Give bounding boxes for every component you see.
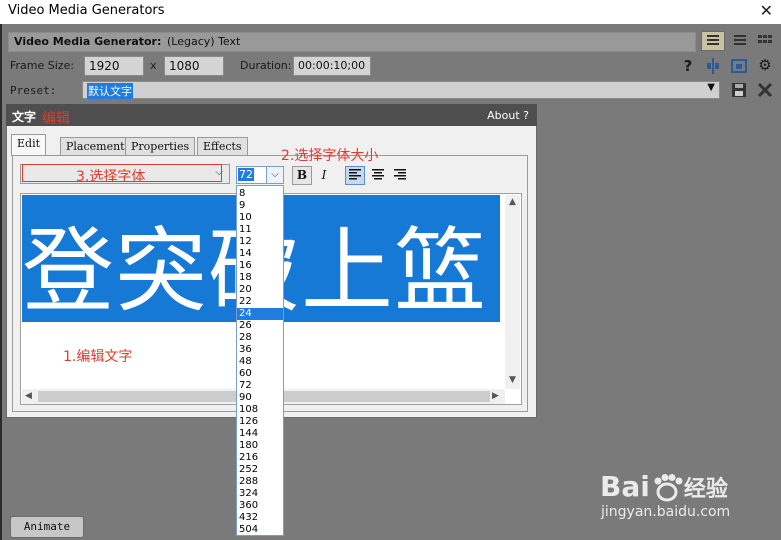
font-size-option[interactable]: 36 xyxy=(237,344,283,356)
font-size-option[interactable]: 360 xyxy=(237,500,283,512)
paw-icon xyxy=(650,474,684,502)
split-icon[interactable] xyxy=(704,57,722,75)
frame-height-field[interactable]: 1080 xyxy=(164,56,224,76)
preset-label: Preset: xyxy=(10,84,57,97)
bold-button[interactable]: B xyxy=(292,166,312,185)
generator-header: Video Media Generator: (Legacy) Text xyxy=(8,32,696,52)
font-size-option[interactable]: 10 xyxy=(237,212,283,224)
window-title: Video Media Generators xyxy=(8,3,165,18)
annotation-step1: 1.编辑文字 xyxy=(63,349,133,365)
font-size-option[interactable]: 180 xyxy=(237,440,283,452)
font-size-option[interactable]: 216 xyxy=(237,452,283,464)
font-size-option[interactable]: 48 xyxy=(237,356,283,368)
font-size-option[interactable]: 288 xyxy=(237,476,283,488)
scroll-left-icon[interactable]: ◀ xyxy=(25,391,32,401)
vertical-scrollbar[interactable]: ▲ ▼ xyxy=(505,195,520,389)
save-icon[interactable] xyxy=(730,81,748,99)
details-view-icon[interactable] xyxy=(731,32,749,50)
duration-field[interactable]: 00:00:10;00 xyxy=(293,56,371,76)
scroll-up-icon[interactable]: ▲ xyxy=(509,197,516,207)
font-size-option[interactable]: 16 xyxy=(237,260,283,272)
watermark-url: jingyan.baidu.com xyxy=(601,504,731,520)
generator-label: Video Media Generator: xyxy=(14,35,162,48)
window-titlebar: Video Media Generators ✕ xyxy=(0,0,781,24)
font-size-option[interactable]: 8 xyxy=(237,188,283,200)
annotation-step3: 3.选择字体 xyxy=(76,169,146,185)
align-left-icon[interactable] xyxy=(345,166,365,185)
font-size-value: 72 xyxy=(238,168,254,181)
chevron-down-icon[interactable]: ⌵ xyxy=(266,167,283,183)
font-size-option[interactable]: 324 xyxy=(237,488,283,500)
font-size-list[interactable]: 8 9 10 11 12 14 16 18 20 22 24 26 28 36 48 60 72 90 108 126… xyxy=(236,185,284,536)
help-icon[interactable]: ? xyxy=(679,57,697,75)
font-size-option[interactable]: 108 xyxy=(237,404,283,416)
font-size-option[interactable]: 28 xyxy=(237,332,283,344)
font-size-option[interactable]: 72 xyxy=(237,380,283,392)
font-size-option[interactable]: 11 xyxy=(237,224,283,236)
chevron-down-icon: ▼ xyxy=(707,82,715,93)
left-edge xyxy=(0,0,2,540)
list-view-icon[interactable] xyxy=(701,31,725,51)
generator-name: (Legacy) Text xyxy=(167,35,241,48)
preset-dropdown[interactable]: 默认文字 ▼ xyxy=(82,81,720,99)
font-size-option[interactable]: 144 xyxy=(237,428,283,440)
font-size-option[interactable]: 9 xyxy=(237,200,283,212)
font-size-option[interactable]: 60 xyxy=(237,368,283,380)
italic-button[interactable]: I xyxy=(314,166,334,185)
duration-label: Duration: xyxy=(240,59,292,72)
animate-button[interactable]: Animate xyxy=(10,516,84,538)
scroll-down-icon[interactable]: ▼ xyxy=(509,375,516,385)
close-icon[interactable]: ✕ xyxy=(760,1,773,21)
watermark-brand: Bai 经验 xyxy=(600,470,728,503)
font-size-option[interactable]: 14 xyxy=(237,248,283,260)
font-size-option[interactable]: 126 xyxy=(237,416,283,428)
font-size-option[interactable]: 12 xyxy=(237,236,283,248)
delete-icon[interactable] xyxy=(756,81,774,99)
tab-edit[interactable]: Edit xyxy=(11,134,47,156)
font-size-dropdown[interactable]: 72 ⌵ xyxy=(236,166,284,184)
font-size-option[interactable]: 504 xyxy=(237,524,283,535)
font-size-option[interactable]: 24 xyxy=(237,308,283,320)
panel-header: 文字 编辑 About ? xyxy=(6,104,537,127)
tab-effects[interactable]: Effects xyxy=(197,137,248,155)
font-size-option[interactable]: 432 xyxy=(237,512,283,524)
font-size-option[interactable]: 18 xyxy=(237,272,283,284)
font-size-option[interactable]: 22 xyxy=(237,296,283,308)
scroll-right-icon[interactable]: ▶ xyxy=(492,391,499,401)
font-size-option[interactable]: 26 xyxy=(237,320,283,332)
preview-icon[interactable] xyxy=(730,57,748,75)
gear-icon[interactable]: ⚙ xyxy=(756,56,774,74)
font-size-option[interactable]: 252 xyxy=(237,464,283,476)
align-right-icon[interactable] xyxy=(390,166,410,185)
annotation-step2: 2.选择字体大小 xyxy=(281,148,379,164)
align-center-icon[interactable] xyxy=(368,166,388,185)
font-size-option[interactable]: 20 xyxy=(237,284,283,296)
preset-value: 默认文字 xyxy=(87,83,133,99)
font-size-option[interactable]: 90 xyxy=(237,392,283,404)
frame-size-label: Frame Size: xyxy=(10,59,75,72)
frame-x-label: x xyxy=(150,59,157,72)
annotation-edit: 编辑 xyxy=(42,111,70,127)
panel-title: 文字 xyxy=(12,110,37,124)
tab-properties[interactable]: Properties xyxy=(125,137,196,155)
about-link[interactable]: About ? xyxy=(487,109,529,122)
frame-width-field[interactable]: 1920 xyxy=(84,56,144,76)
tab-placement[interactable]: Placement xyxy=(60,137,131,155)
grid-view-icon[interactable] xyxy=(756,32,774,50)
